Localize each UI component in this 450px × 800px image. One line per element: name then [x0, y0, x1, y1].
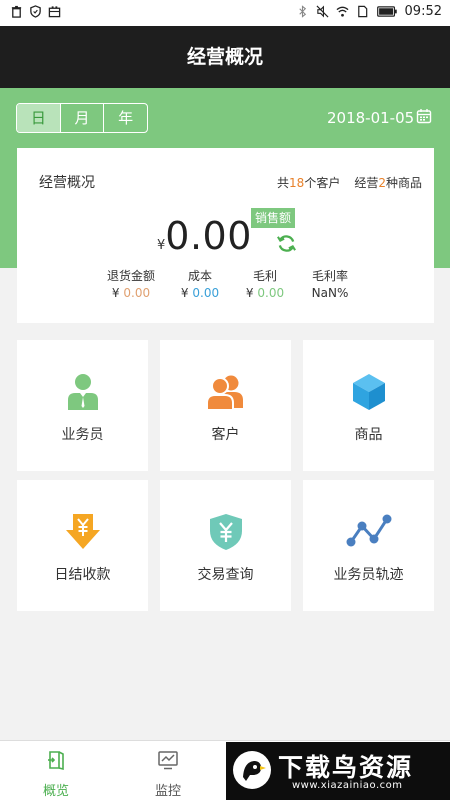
sales-amount-value: 0.00 — [165, 214, 252, 258]
metric-currency: ¥ — [111, 286, 120, 300]
briefcase-icon — [48, 6, 61, 18]
metric-label: 毛利率 — [311, 269, 348, 283]
calendar-icon[interactable] — [416, 108, 432, 124]
tile-customers[interactable]: 客户 — [160, 340, 291, 471]
tile-label: 业务员 — [61, 427, 104, 443]
metric-cost: 成本 ¥ 0.00 — [165, 268, 235, 302]
monitor-icon — [158, 751, 178, 770]
tile-label: 日结收款 — [54, 567, 111, 583]
nav-monitor[interactable]: 监控 — [112, 741, 224, 800]
refresh-icon[interactable] — [276, 233, 297, 254]
metric-label: 成本 — [187, 269, 212, 283]
goods-prefix: 经营 — [354, 176, 379, 190]
metric-gross-profit: 毛利 ¥ 0.00 — [235, 268, 295, 302]
metric-label: 毛利 — [252, 269, 277, 283]
tile-transaction-query[interactable]: 交易查询 — [160, 480, 291, 611]
tile-salesperson-trajectory[interactable]: 业务员轨迹 — [303, 480, 434, 611]
page-title: 经营概况 — [186, 46, 263, 68]
selected-date[interactable]: 2018-01-05 — [327, 109, 414, 127]
yen-shield-icon — [210, 514, 242, 550]
metric-value: 0.00 — [192, 286, 220, 300]
metric-label: 退货金额 — [106, 269, 155, 283]
period-toggle: 日 月 年 — [16, 103, 148, 133]
overview-icon — [48, 751, 64, 771]
trash-icon — [11, 5, 22, 18]
tile-salesperson[interactable]: 业务员 — [17, 340, 148, 471]
yen-down-arrow-icon — [66, 514, 100, 549]
summary-metrics: 退货金额 ¥ 0.00 成本 ¥ 0.00 毛利 ¥ 0.00 毛利率 NaN% — [97, 268, 365, 302]
summary-title: 经营概况 — [39, 175, 95, 191]
watermark: 下载鸟资源 www.xiazainiao.com — [226, 742, 450, 800]
sim-icon — [357, 5, 367, 18]
status-left-icons — [10, 5, 61, 18]
mute-icon — [316, 5, 328, 18]
status-right-icons: 09:52 — [296, 4, 442, 19]
cube-icon — [353, 374, 385, 410]
tab-month[interactable]: 月 — [61, 104, 105, 132]
customers-suffix: 个客户 — [304, 176, 341, 190]
metric-value: 0.00 — [123, 286, 151, 300]
tab-year[interactable]: 年 — [104, 104, 147, 132]
summary-card: 经营概况 共18个客户 经营2种商品 ¥0.00 销售额 退货金额 ¥ 0.00 … — [17, 148, 434, 323]
tab-day[interactable]: 日 — [17, 104, 61, 132]
customers-prefix: 共 — [277, 176, 290, 190]
metric-currency: ¥ — [180, 286, 189, 300]
sales-badge: 销售额 — [251, 208, 296, 228]
tile-label: 业务员轨迹 — [333, 567, 404, 583]
bird-logo-icon — [233, 751, 271, 789]
app-header: 经营概况 — [0, 26, 450, 88]
tile-label: 客户 — [211, 427, 240, 443]
tile-goods[interactable]: 商品 — [303, 340, 434, 471]
customers-icon — [206, 375, 243, 411]
trajectory-icon — [346, 514, 392, 547]
metric-return-amount: 退货金额 ¥ 0.00 — [97, 268, 165, 302]
customers-count: 18 — [289, 176, 305, 190]
tile-label: 商品 — [354, 427, 383, 443]
bluetooth-icon — [298, 5, 306, 18]
goods-count: 2 — [378, 176, 386, 190]
tile-label: 交易查询 — [197, 567, 254, 583]
clock: 09:52 — [404, 4, 442, 19]
status-bar: 09:52 — [0, 0, 450, 26]
shield-icon — [30, 5, 41, 18]
wifi-icon — [336, 6, 349, 17]
metric-gross-margin: 毛利率 NaN% — [295, 268, 365, 302]
watermark-url: www.xiazainiao.com — [292, 780, 403, 791]
sales-amount: ¥0.00 — [157, 214, 252, 258]
metric-value: 0.00 — [257, 286, 285, 300]
salesperson-icon — [68, 374, 98, 410]
watermark-title: 下载鸟资源 — [278, 753, 414, 782]
nav-label: 监控 — [154, 784, 181, 799]
battery-icon — [376, 6, 397, 17]
summary-stats: 共18个客户 经营2种商品 — [277, 174, 422, 191]
metric-currency: ¥ — [245, 286, 254, 300]
nav-label: 概览 — [42, 784, 69, 799]
tile-daily-settlement[interactable]: 日结收款 — [17, 480, 148, 611]
nav-overview[interactable]: 概览 — [0, 741, 112, 800]
goods-suffix: 种商品 — [385, 176, 422, 190]
metric-value: NaN% — [311, 286, 349, 300]
